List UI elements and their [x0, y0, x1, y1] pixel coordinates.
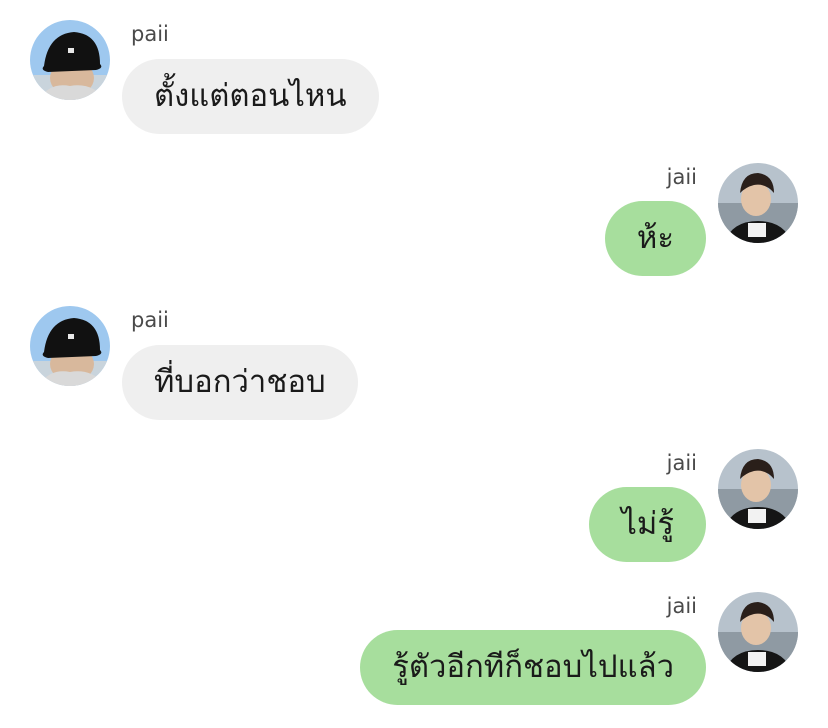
person-smiling-icon: [718, 449, 798, 529]
chat-message: jaii ไม่รู้: [0, 449, 828, 569]
person-bucket-hat-icon: [30, 306, 110, 386]
person-smiling-icon: [718, 163, 798, 243]
message-bubble[interactable]: ไม่รู้: [589, 487, 706, 562]
message-bubble[interactable]: รู้ตัวอีกทีก็ชอบไปแล้ว: [360, 630, 706, 705]
jaii-avatar[interactable]: [718, 449, 798, 529]
jaii-avatar[interactable]: [718, 592, 798, 672]
paii-avatar[interactable]: [30, 20, 110, 100]
chat-message: paii ที่บอกว่าชอบ: [0, 286, 828, 426]
message-bubble[interactable]: ห้ะ: [604, 201, 706, 276]
chat-message: jaii รู้ตัวอีกทีก็ชอบไปแล้ว: [0, 592, 828, 712]
paii-avatar[interactable]: [30, 306, 110, 386]
sender-name: jaii: [666, 165, 697, 189]
sender-name: paii: [131, 22, 169, 46]
jaii-avatar[interactable]: [718, 163, 798, 243]
chat-message: paii ตั้งแต่ตอนไหน: [0, 0, 828, 140]
sender-name: jaii: [666, 594, 697, 618]
person-bucket-hat-icon: [30, 20, 110, 100]
sender-name: jaii: [666, 451, 697, 475]
sender-name: paii: [131, 308, 169, 332]
message-bubble[interactable]: ที่บอกว่าชอบ: [122, 345, 358, 420]
person-smiling-icon: [718, 592, 798, 672]
chat-message: jaii ห้ะ: [0, 163, 828, 283]
message-bubble[interactable]: ตั้งแต่ตอนไหน: [122, 59, 379, 134]
